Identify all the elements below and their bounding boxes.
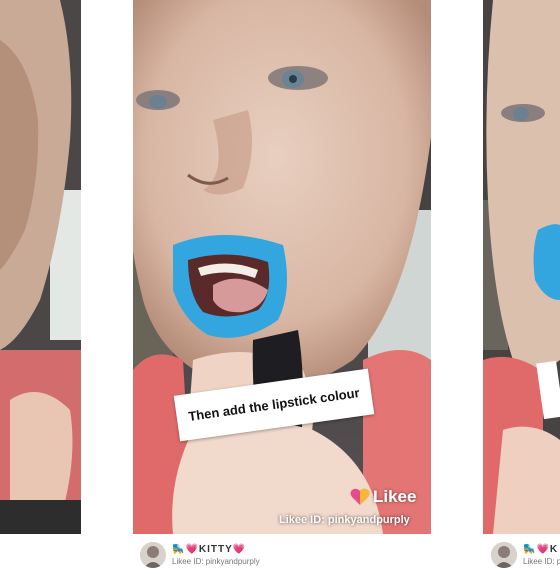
avatar-image [140, 542, 166, 568]
avatar[interactable] [491, 542, 517, 568]
left-video-frame [0, 0, 81, 534]
left-frame-image [0, 0, 81, 534]
author-name[interactable]: 🛼💗K [523, 544, 560, 555]
likee-logo: Likee [350, 487, 416, 507]
heart-icon [350, 488, 370, 505]
author-name[interactable]: 🛼💗KITTY💗 [172, 544, 260, 555]
sticker-text: Then add the lipstick colour [187, 385, 361, 424]
author-caption-right: 🛼💗K Likee ID: pi [491, 542, 560, 568]
avatar[interactable] [140, 542, 166, 568]
likee-logo-text: Likee [373, 487, 417, 506]
author-caption-center: 🛼💗KITTY💗 Likee ID: pinkyandpurply [140, 542, 260, 568]
author-likee-id: Likee ID: pinkyandpurply [172, 557, 260, 566]
right-video-frame [483, 0, 560, 534]
likee-id-overlay: Likee ID: pinkyandpurply [279, 514, 410, 526]
center-frame-image [133, 0, 431, 534]
center-video-frame [133, 0, 431, 534]
author-likee-id: Likee ID: pi [523, 557, 560, 566]
right-frame-image [483, 0, 560, 534]
avatar-image [491, 542, 517, 568]
